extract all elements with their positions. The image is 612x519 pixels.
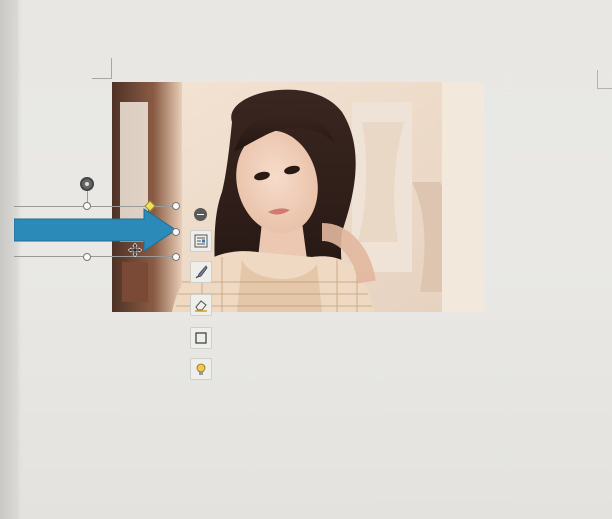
resize-handle-bottom[interactable]	[83, 253, 91, 261]
selection-frame-bottom	[14, 256, 176, 257]
effects-button[interactable]	[190, 358, 212, 380]
shape-outline-button[interactable]	[190, 294, 212, 316]
resize-handle-bottom-right[interactable]	[172, 253, 180, 261]
resize-handle-top-right[interactable]	[172, 202, 180, 210]
border-button[interactable]	[190, 327, 212, 349]
layout-options-button[interactable]	[190, 230, 212, 252]
move-cursor-icon	[128, 243, 142, 257]
lightbulb-icon	[196, 363, 206, 375]
square-outline-icon	[195, 332, 207, 344]
photo-graphic	[112, 82, 484, 312]
right-arrow-shape[interactable]	[14, 207, 184, 253]
resize-handle-right[interactable]	[172, 228, 180, 236]
rotate-handle[interactable]	[80, 177, 94, 191]
eraser-icon	[195, 300, 207, 312]
minus-circle-icon[interactable]	[194, 208, 207, 221]
page-corner-mark-right	[597, 70, 612, 89]
portrait-photo[interactable]	[112, 82, 484, 312]
page-corner-mark	[111, 58, 112, 78]
shape-fill-button[interactable]	[190, 261, 212, 283]
monitor-bezel-shadow	[0, 0, 22, 519]
screen	[0, 0, 612, 519]
brush-icon	[195, 265, 208, 279]
page-corner-mark	[92, 78, 112, 79]
resize-handle-top[interactable]	[83, 202, 91, 210]
layout-icon	[194, 234, 208, 248]
